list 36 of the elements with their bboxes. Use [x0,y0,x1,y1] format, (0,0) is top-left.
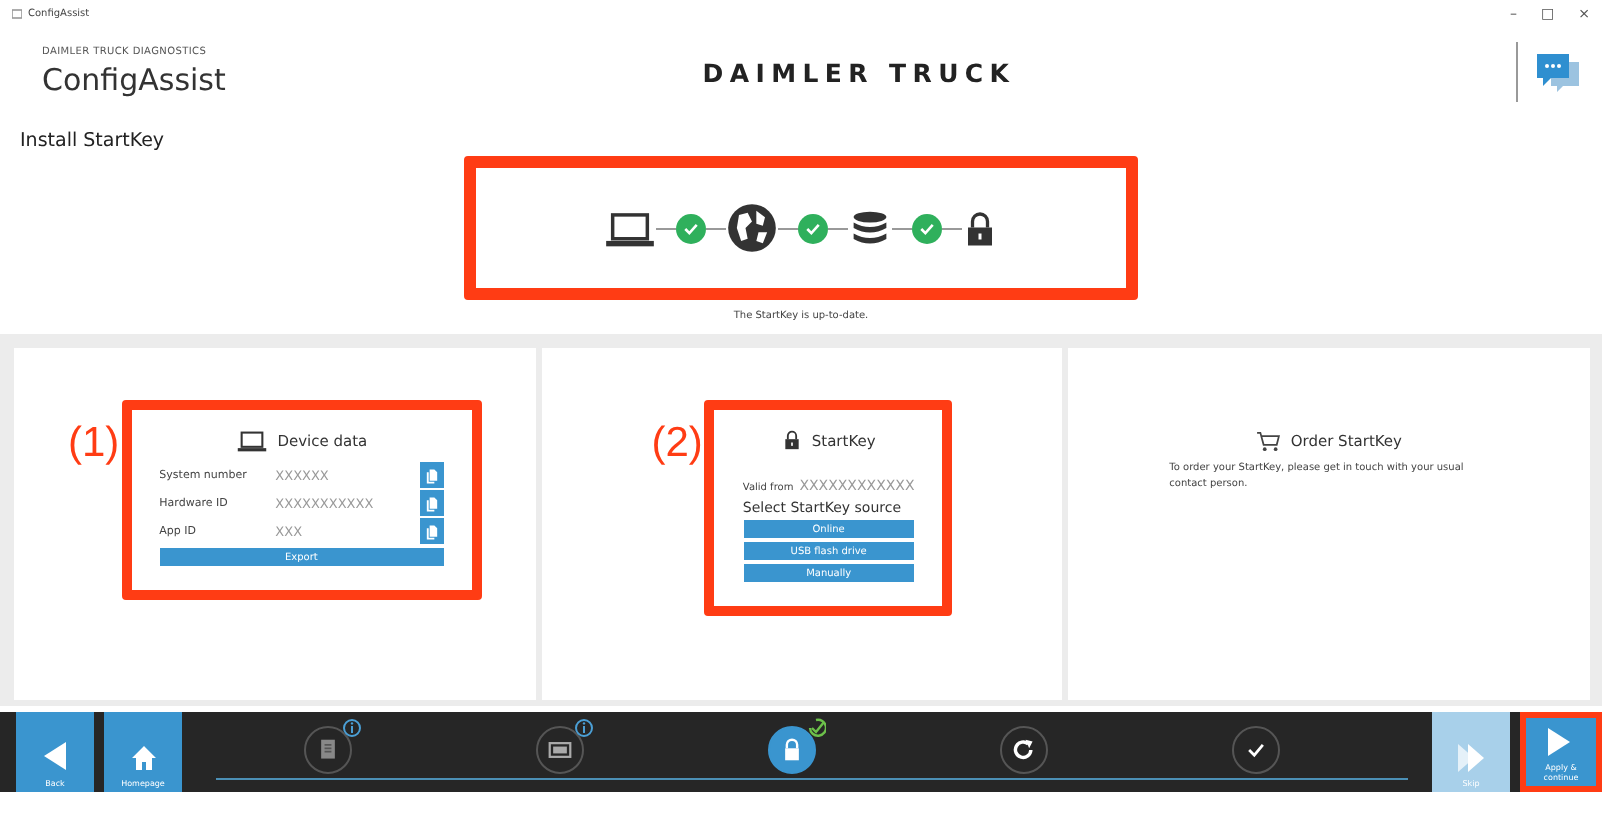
refresh-icon [1012,738,1036,762]
document-icon [316,738,340,762]
workflow-step[interactable] [768,726,816,774]
lock-icon [962,211,998,245]
globe-icon [726,202,778,254]
laptop-icon [604,209,656,247]
copy-button[interactable] [419,490,444,516]
callout-number: (1) [68,420,120,468]
laptop-icon [235,430,268,452]
workflow-step[interactable] [1232,726,1280,774]
play-icon [1548,728,1574,757]
check-mark [682,219,700,237]
copy-icon [423,521,440,541]
copy-icon [423,493,440,513]
database-icon [848,208,892,248]
workflow-step[interactable] [1000,726,1048,774]
lock-icon [781,430,802,450]
copy-icon [423,465,440,485]
back-arrow-icon [44,742,66,770]
checkmark-icon [1244,738,1268,762]
chat-icon[interactable] [1534,51,1582,93]
callout-number: (2) [651,420,703,468]
copy-button[interactable] [419,518,444,544]
company-logo-text: DAIMLER TRUCK [700,57,1018,87]
check-mark [804,219,822,237]
check-mark [918,219,936,237]
home-icon [131,746,155,770]
lock-icon [780,738,804,762]
page-title: Install StartKey [18,128,167,152]
workflow-step[interactable] [536,726,584,774]
copy-button[interactable] [419,462,444,488]
tablet-icon [548,738,572,762]
skip-icon [1458,743,1484,772]
cart-icon [1256,430,1281,452]
app-name: ConfigAssist [42,62,228,98]
app-icon [12,8,22,20]
